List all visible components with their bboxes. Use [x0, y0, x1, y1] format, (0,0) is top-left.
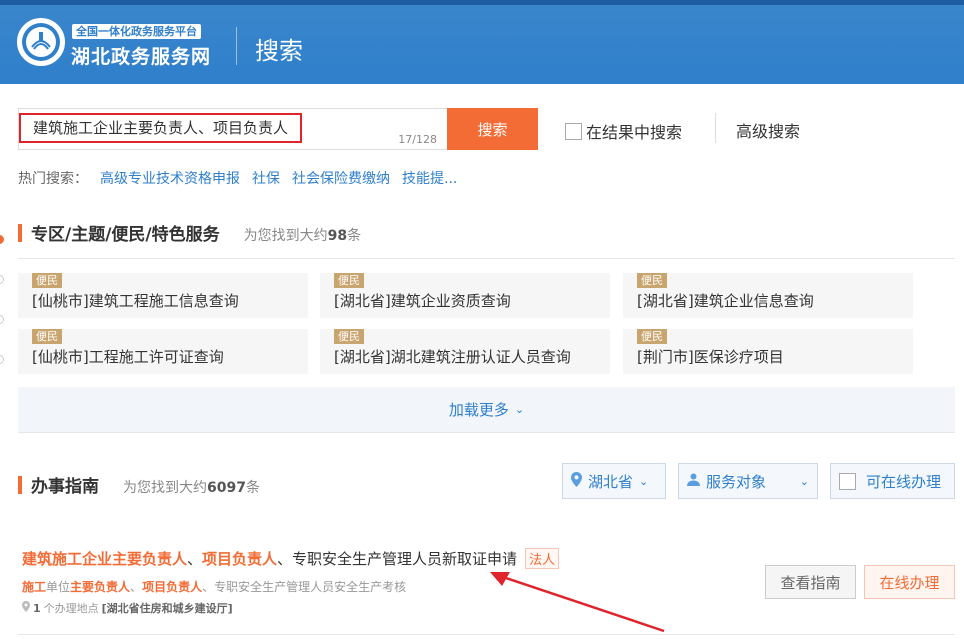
annotation-arrow-icon: [490, 572, 665, 633]
search-in-results-toggle[interactable]: 在结果中搜索: [565, 119, 682, 143]
chevron-down-icon: ⌄: [639, 474, 649, 488]
location-count-label: 个办理地点: [43, 602, 99, 615]
services-section-header: 专区/主题/便民/特色服务 为您找到大约98条: [18, 220, 361, 245]
location-org: [湖北省住房和城乡建设厅]: [101, 602, 233, 615]
online-filter-checkbox[interactable]: [839, 472, 856, 490]
audience-filter-dropdown[interactable]: 服务对象 ⌄: [678, 463, 818, 499]
result-description: 施工单位主要负责人、项目负责人、专职安全生产管理人员安全生产考核: [22, 580, 407, 594]
hot-search-link[interactable]: 社会保险费缴纳: [292, 168, 390, 188]
section-accent-bar: [18, 223, 22, 242]
search-char-count: 17/128: [398, 133, 437, 146]
site-header: 全国一体化政务服务平台 湖北政务服务网 搜索: [0, 0, 964, 84]
section-divider: [18, 258, 955, 259]
user-icon: [687, 472, 700, 490]
search-box[interactable]: 建筑施工企业主要负责人、项目负责人 17/128: [18, 108, 448, 150]
service-badge: 便民: [637, 273, 667, 288]
result-type-tag: 法人: [525, 548, 560, 569]
section-accent-bar: [18, 475, 22, 494]
online-filter-label: 可在线办理: [866, 472, 942, 491]
result-title-highlight: 项目负责人: [202, 550, 278, 568]
service-card-title: [湖北省]建筑企业资质查询: [334, 292, 511, 310]
side-nav-dot[interactable]: [0, 315, 4, 324]
hot-search-link[interactable]: 高级专业技术资格申报: [100, 168, 240, 188]
service-card[interactable]: 便民 [湖北省]建筑企业信息查询: [623, 273, 913, 318]
load-more-label: 加载更多: [448, 401, 509, 419]
result-title-text: 、专职安全生产管理人员新取证申请: [277, 550, 518, 568]
search-input[interactable]: 建筑施工企业主要负责人、项目负责人: [19, 113, 303, 143]
hot-search-link[interactable]: 社保: [252, 168, 280, 188]
page-title: 搜索: [255, 37, 303, 65]
side-nav-dot[interactable]: [0, 355, 4, 364]
side-nav-dot[interactable]: [0, 235, 4, 244]
service-card[interactable]: 便民 [湖北省]建筑企业资质查询: [320, 273, 610, 318]
location-pin-icon: [22, 601, 30, 615]
hot-searches: 热门搜索： 高级专业技术资格申报 社保 社会保险费缴纳 技能提...: [18, 168, 457, 188]
service-card-title: [湖北省]湖北建筑注册认证人员查询: [334, 348, 571, 366]
service-card[interactable]: 便民 [荆门市]医保诊疗项目: [623, 329, 913, 374]
service-card-title: [仙桃市]工程施工许可证查询: [32, 348, 224, 366]
service-card-title: [仙桃市]建筑工程施工信息查询: [32, 292, 239, 310]
header-divider: [236, 27, 237, 65]
result-title-highlight: 建筑施工企业主要负责人: [22, 550, 188, 568]
service-badge: 便民: [334, 329, 364, 344]
site-logo-icon[interactable]: [17, 18, 65, 66]
site-name[interactable]: 湖北政务服务网: [71, 42, 211, 69]
load-more-button[interactable]: 加载更多 ⌄: [18, 387, 955, 433]
search-in-results-checkbox[interactable]: [565, 122, 582, 140]
location-pin-icon: [571, 471, 582, 491]
hot-search-link[interactable]: 技能提...: [402, 168, 457, 188]
chevron-down-icon: ⌄: [799, 474, 809, 488]
apply-online-button[interactable]: 在线办理: [864, 565, 955, 599]
region-filter-dropdown[interactable]: 湖北省 ⌄: [562, 463, 666, 499]
search-in-results-label: 在结果中搜索: [586, 123, 683, 142]
service-badge: 便民: [32, 273, 62, 288]
guide-result-count: 为您找到大约6097条: [123, 480, 260, 496]
chevron-down-icon: ⌄: [514, 403, 525, 416]
audience-filter-label: 服务对象: [706, 472, 767, 491]
platform-label: 全国一体化政务服务平台: [72, 24, 201, 39]
side-nav-dot[interactable]: [0, 275, 4, 284]
region-filter-label: 湖北省: [588, 472, 634, 491]
advanced-search-link[interactable]: 高级搜索: [736, 118, 800, 142]
service-badge: 便民: [637, 329, 667, 344]
online-filter-toggle[interactable]: 可在线办理: [830, 463, 955, 499]
location-count: 1: [33, 601, 41, 615]
service-card[interactable]: 便民 [仙桃市]工程施工许可证查询: [18, 329, 308, 374]
service-badge: 便民: [32, 329, 62, 344]
service-card[interactable]: 便民 [湖北省]湖北建筑注册认证人员查询: [320, 329, 610, 374]
hot-searches-label: 热门搜索：: [18, 171, 88, 187]
result-title-link[interactable]: 建筑施工企业主要负责人 、 项目负责人 、专职安全生产管理人员新取证申请 法人: [22, 548, 560, 569]
section-divider: [18, 634, 955, 635]
guide-section-title: 办事指南: [31, 477, 99, 497]
service-card[interactable]: 便民 [仙桃市]建筑工程施工信息查询: [18, 273, 308, 318]
divider: [715, 113, 716, 143]
service-card-title: [荆门市]医保诊疗项目: [637, 348, 784, 366]
result-location: 1 个办理地点 [湖北省住房和城乡建设厅]: [22, 600, 233, 616]
services-result-count: 为您找到大约98条: [243, 228, 362, 244]
services-section-title: 专区/主题/便民/特色服务: [31, 225, 220, 245]
service-badge: 便民: [334, 273, 364, 288]
search-button[interactable]: 搜索: [447, 108, 538, 150]
guide-section-header: 办事指南 为您找到大约6097条: [18, 472, 260, 497]
result-title-text: 、: [187, 550, 203, 568]
service-card-title: [湖北省]建筑企业信息查询: [637, 292, 814, 310]
view-guide-button[interactable]: 查看指南: [765, 565, 856, 599]
